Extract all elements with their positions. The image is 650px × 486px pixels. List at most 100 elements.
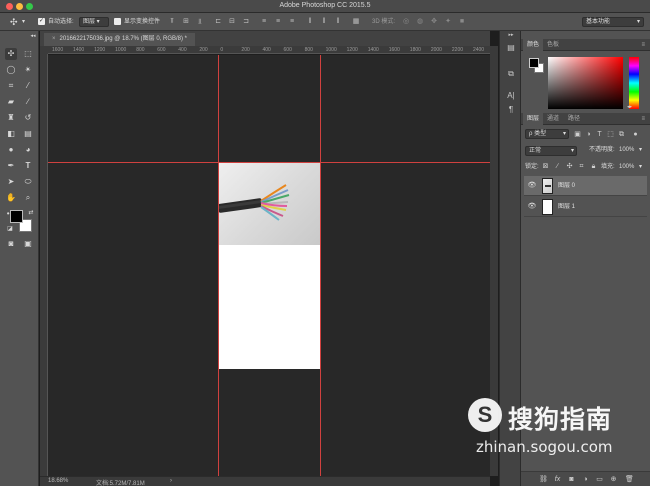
close-tab-icon[interactable]: × (52, 36, 56, 42)
drag-3d-icon[interactable]: ✥ (430, 18, 438, 26)
layer-1-white[interactable] (218, 245, 321, 369)
eraser-tool-icon[interactable]: ◧ (5, 128, 17, 140)
move-tool-icon[interactable]: ✣ (5, 48, 17, 60)
zoom-level[interactable]: 18.68% (48, 478, 68, 484)
default-colors-icon[interactable]: ◪ (4, 223, 16, 235)
layers-panel-menu-icon[interactable]: ≡ (637, 113, 649, 125)
new-layer-icon[interactable]: ⊕ (609, 475, 618, 485)
lock-position-icon[interactable]: ✣ (565, 162, 574, 172)
filter-adjustment-icon[interactable]: ◑ (584, 130, 593, 140)
auto-align-icon[interactable]: ▦ (352, 18, 360, 26)
scale-3d-icon[interactable]: ■ (458, 18, 466, 26)
tab-layers[interactable]: 图层 (523, 113, 544, 125)
swap-colors-icon[interactable]: ⇄ (25, 207, 37, 219)
move-tool-icon[interactable]: ✣ (10, 17, 18, 27)
stamp-tool-icon[interactable]: ♜ (5, 112, 17, 124)
tab-channels[interactable]: 通道 (543, 113, 563, 125)
path-select-tool-icon[interactable]: ➤ (5, 176, 17, 188)
auto-select-checkbox[interactable]: ✓ (38, 18, 45, 25)
fill-value[interactable]: 100% (619, 162, 634, 173)
horizontal-guide[interactable] (48, 162, 490, 163)
color-panel-menu-icon[interactable]: ≡ (637, 39, 649, 51)
align-right-icon[interactable]: ⊐ (242, 18, 250, 26)
align-left-icon[interactable]: ⊏ (214, 18, 222, 26)
fx-icon[interactable]: fx (553, 475, 562, 485)
eye-icon[interactable]: 👁︎ (527, 202, 537, 212)
distribute-hcenter-icon[interactable]: ‖ (320, 18, 328, 26)
blur-tool-icon[interactable]: ● (5, 144, 17, 156)
layer-0-photo[interactable] (218, 163, 321, 245)
properties-panel-icon[interactable]: ⧉ (505, 68, 517, 80)
dodge-tool-icon[interactable]: ◕ (22, 144, 34, 156)
screen-mode-icon[interactable]: ▣ (22, 238, 34, 250)
foreground-color-swatch[interactable] (10, 210, 23, 223)
align-top-icon[interactable]: ⫪ (168, 18, 176, 26)
tab-color[interactable]: 颜色 (523, 39, 544, 51)
magic-wand-tool-icon[interactable]: ✴ (22, 64, 34, 76)
link-icon[interactable]: ⛓ (539, 475, 548, 485)
layer-filter-dropdown[interactable]: ρ 类型 ▾ (525, 129, 569, 139)
align-vcenter-icon[interactable]: ⊞ (182, 18, 190, 26)
distribute-vcenter-icon[interactable]: ≡ (274, 18, 282, 26)
layer-name[interactable]: 图层 0 (558, 181, 575, 191)
panel-collapse-icon[interactable]: ◂◂ (27, 33, 39, 40)
tab-swatches[interactable]: 色板 (543, 39, 563, 51)
color-panel-fg-swatch[interactable] (529, 58, 539, 68)
paragraph-panel-icon[interactable]: ¶ (505, 104, 517, 116)
align-hcenter-icon[interactable]: ⊟ (228, 18, 236, 26)
filter-toggle-icon[interactable]: ● (631, 130, 640, 140)
quick-mask-icon[interactable]: ◙ (5, 238, 17, 250)
document-tab[interactable]: × 20166221750​36.jpg @ 18.7% (图层 0, RGB/8… (44, 33, 196, 46)
mask-icon[interactable]: ◙ (567, 475, 576, 485)
opacity-dropdown-icon[interactable]: ▾ (639, 145, 642, 156)
adjustment-icon[interactable]: ◑ (581, 475, 590, 485)
lock-artboard-icon[interactable]: ⌗ (577, 162, 586, 172)
eyedropper-tool-icon[interactable]: ⁄ (22, 80, 34, 92)
pen-tool-icon[interactable]: ✒ (5, 160, 17, 172)
eye-icon[interactable]: 👁︎ (527, 181, 537, 191)
history-panel-icon[interactable]: ▤ (505, 42, 517, 54)
crop-tool-icon[interactable]: ⌗ (5, 80, 17, 92)
tool-preset-dropdown[interactable]: ▾ (22, 17, 25, 27)
show-transform-checkbox[interactable] (114, 18, 121, 25)
distribute-left-icon[interactable]: ‖ (306, 18, 314, 26)
lasso-tool-icon[interactable]: ◯ (5, 64, 17, 76)
status-menu-arrow[interactable]: › (170, 478, 172, 484)
strip-collapse-icon[interactable]: ▸▸ (505, 32, 517, 39)
brush-tool-icon[interactable]: ∕ (22, 96, 34, 108)
vertical-guide-left[interactable] (218, 55, 219, 476)
zoom-tool-icon[interactable]: ⌕ (22, 192, 34, 204)
ruler-corner[interactable] (40, 46, 48, 54)
tab-paths[interactable]: 路径 (564, 113, 584, 125)
horizontal-ruler[interactable]: 1600 1400 1200 1000 800 600 400 200 0 200 400 600 80… (48, 46, 490, 54)
filter-pixel-icon[interactable]: ▣ (573, 130, 582, 140)
shape-tool-icon[interactable]: ⬭ (22, 176, 34, 188)
align-bottom-icon[interactable]: ⫫ (196, 18, 204, 26)
hue-slider-handle[interactable]: ◂▸ (625, 102, 634, 112)
lock-image-icon[interactable]: ∕ (553, 162, 562, 172)
opacity-value[interactable]: 100% (619, 145, 634, 156)
distribute-bottom-icon[interactable]: ≡ (288, 18, 296, 26)
hand-tool-icon[interactable]: ✋ (5, 192, 17, 204)
healing-brush-tool-icon[interactable]: ▰ (5, 96, 17, 108)
lock-transparent-icon[interactable]: ⊠ (541, 162, 550, 172)
distribute-right-icon[interactable]: ‖ (334, 18, 342, 26)
vertical-ruler[interactable] (40, 54, 48, 476)
lock-all-icon[interactable]: 🔒︎ (589, 162, 598, 172)
layer-row-1[interactable]: 👁︎ 图层 1 (524, 197, 647, 217)
marquee-tool-icon[interactable]: ⬚ (22, 48, 34, 60)
character-panel-icon[interactable]: A| (505, 90, 517, 102)
type-tool-icon[interactable]: T (22, 160, 34, 172)
blend-mode-dropdown[interactable]: 正常 ▾ (525, 146, 577, 156)
filter-shape-icon[interactable]: ⬚ (606, 130, 615, 140)
roll-3d-icon[interactable]: ◍ (416, 18, 424, 26)
layer-name[interactable]: 图层 1 (558, 202, 575, 212)
auto-select-target-dropdown[interactable]: 图层 ▾ (79, 17, 109, 27)
filter-smart-object-icon[interactable]: ⧉ (617, 130, 626, 140)
workspace-dropdown[interactable]: 基本功能 ▾ (582, 17, 644, 27)
color-picker-field[interactable] (548, 57, 623, 109)
fill-dropdown-icon[interactable]: ▾ (639, 162, 642, 173)
distribute-top-icon[interactable]: ≡ (260, 18, 268, 26)
slide-3d-icon[interactable]: ✦ (444, 18, 452, 26)
layer-row-0[interactable]: 👁︎ 图层 0 (524, 176, 647, 196)
